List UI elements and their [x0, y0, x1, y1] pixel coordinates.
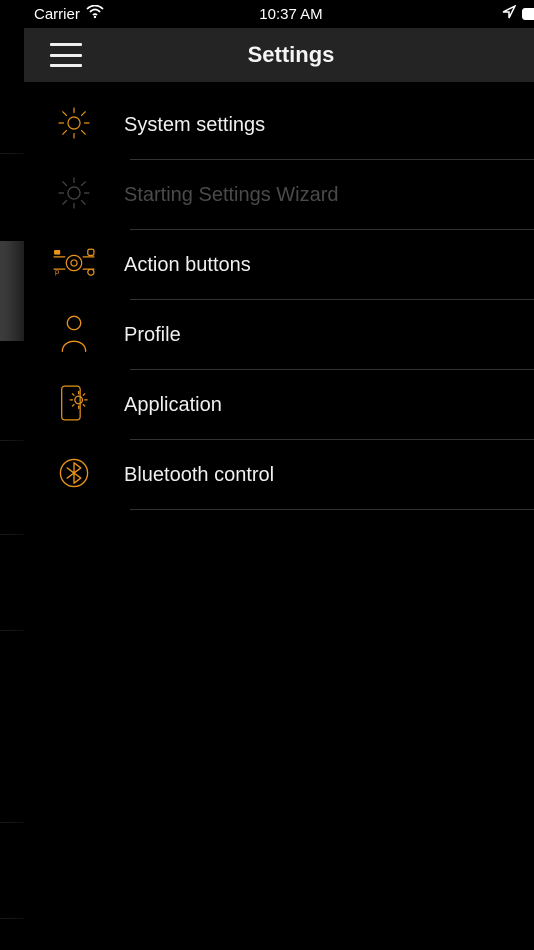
row-application[interactable]: Application [24, 370, 534, 440]
header: Settings [24, 28, 534, 82]
wifi-icon [86, 5, 104, 23]
chevron-right-icon [528, 465, 534, 485]
status-bar: Carrier 10:37 AM [24, 0, 534, 28]
chevron-right-icon [528, 325, 534, 345]
gear-icon [56, 105, 92, 146]
row-action-buttons[interactable]: P Action buttons [24, 230, 534, 300]
background-sliver [0, 0, 24, 950]
clock: 10:37 AM [259, 6, 322, 23]
bluetooth-icon [57, 456, 91, 495]
chevron-right-icon [528, 255, 534, 275]
chevron-right-icon [528, 115, 534, 135]
settings-list: System settings [24, 82, 534, 510]
battery-icon [522, 8, 534, 20]
page-title: Settings [248, 42, 335, 68]
carrier-label: Carrier [34, 6, 80, 23]
svg-text:P: P [55, 270, 60, 277]
row-label: System settings [124, 114, 528, 137]
action-buttons-icon: P [51, 245, 97, 286]
row-label: Bluetooth control [124, 464, 528, 487]
location-icon [502, 5, 516, 23]
chevron-right-icon [528, 395, 534, 415]
row-label: Action buttons [124, 254, 528, 277]
row-label: Profile [124, 324, 528, 347]
row-profile[interactable]: Profile [24, 300, 534, 370]
row-settings-wizard[interactable]: Starting Settings Wizard [24, 160, 534, 230]
gear-icon [56, 175, 92, 216]
menu-button[interactable] [50, 43, 82, 67]
row-system-settings[interactable]: System settings [24, 90, 534, 160]
settings-panel: Carrier 10:37 AM Setting [24, 0, 534, 950]
background-highlight [0, 241, 24, 341]
row-label: Application [124, 394, 528, 417]
application-icon [56, 383, 92, 428]
row-bluetooth[interactable]: Bluetooth control [24, 440, 534, 510]
row-label: Starting Settings Wizard [124, 184, 528, 207]
profile-icon [57, 313, 91, 358]
chevron-right-icon [528, 185, 534, 205]
